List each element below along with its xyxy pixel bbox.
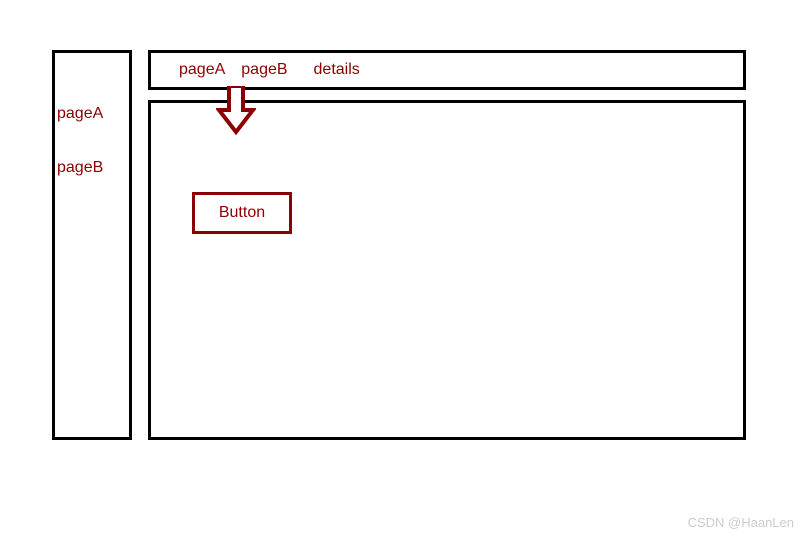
sidebar-item-page-a[interactable]: pageA [55, 101, 129, 127]
sidebar: pageA pageB [52, 50, 132, 440]
breadcrumb: pageA pageB details [148, 50, 746, 90]
breadcrumb-item-details: details [314, 61, 360, 79]
content-panel [148, 100, 746, 440]
breadcrumb-item-page-b[interactable]: pageB [241, 61, 287, 79]
button[interactable]: Button [192, 192, 292, 234]
breadcrumb-item-page-a[interactable]: pageA [179, 61, 225, 79]
button-label: Button [219, 204, 265, 222]
arrow-down-icon [216, 86, 256, 136]
sidebar-item-page-b[interactable]: pageB [55, 155, 129, 181]
watermark: CSDN @HaanLen [688, 515, 794, 530]
